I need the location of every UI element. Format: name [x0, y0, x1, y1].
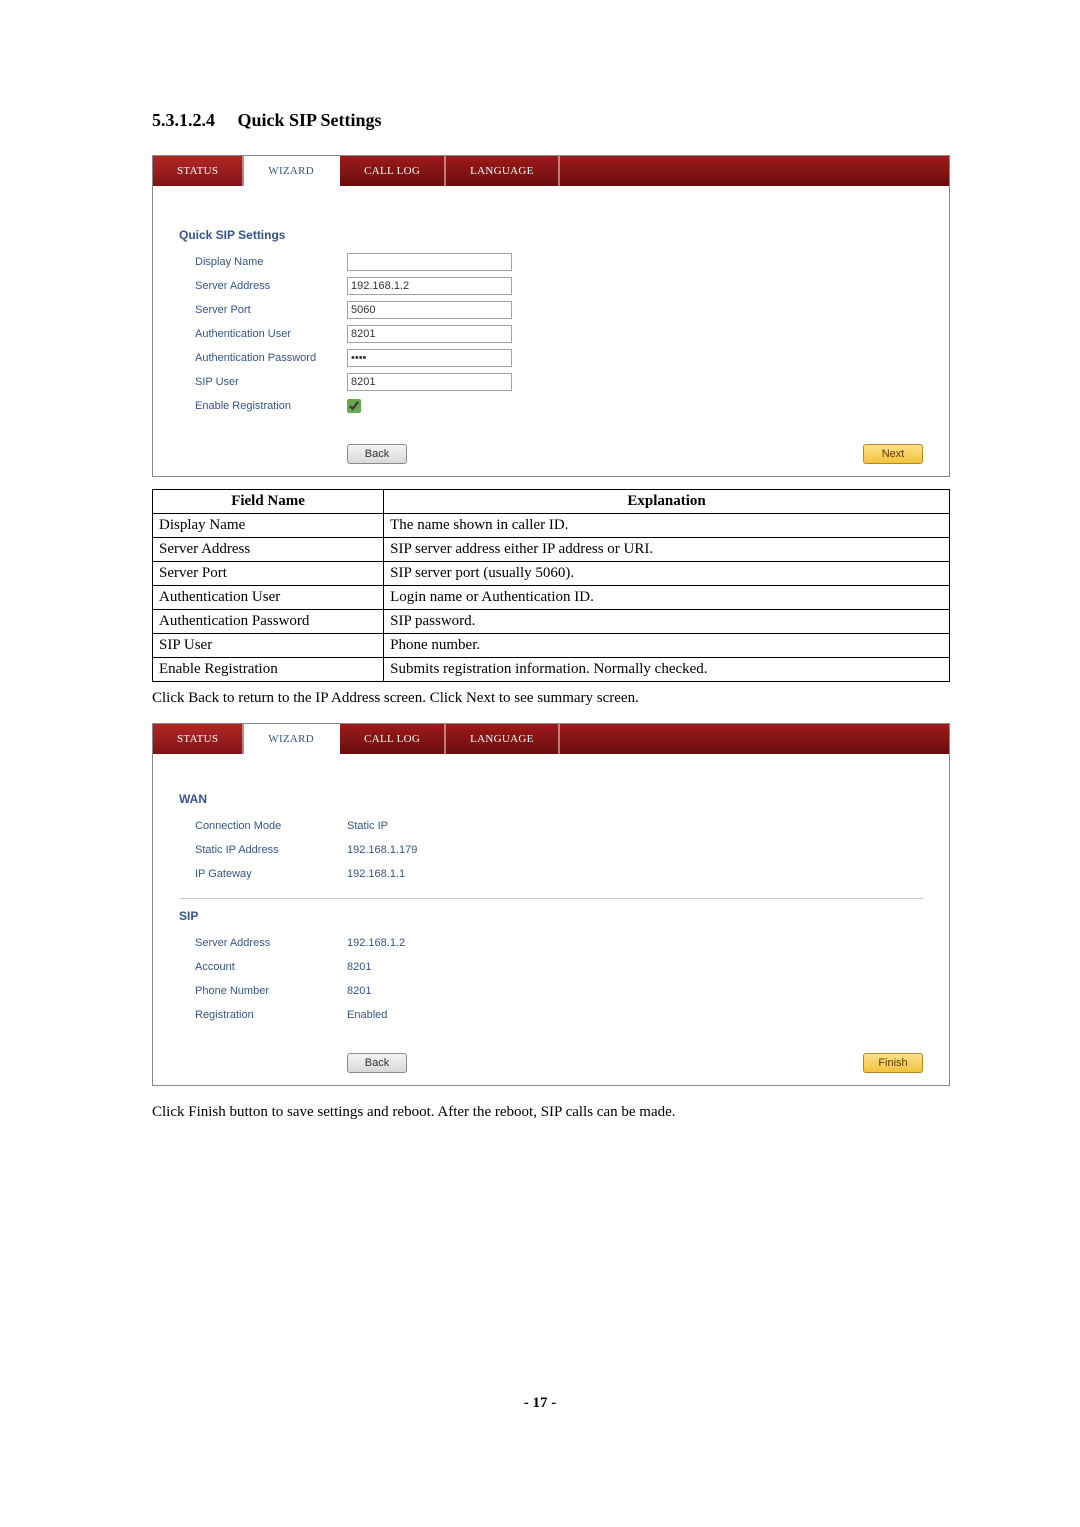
- tab-bar: STATUS WIZARD CALL LOG LANGUAGE: [153, 156, 949, 186]
- sip-form-content: Quick SIP Settings Display Name Server A…: [153, 186, 949, 438]
- row-auth-password: Authentication Password: [195, 348, 923, 368]
- th-explanation: Explanation: [384, 490, 950, 514]
- tab-language[interactable]: LANGUAGE: [446, 156, 560, 186]
- tab-wizard[interactable]: WIZARD: [244, 156, 340, 186]
- sip-label: Registration: [195, 1009, 347, 1021]
- row-sip-user: SIP User: [195, 372, 923, 392]
- group-title-sip: Quick SIP Settings: [179, 228, 923, 242]
- table-header-row: Field Name Explanation: [153, 490, 950, 514]
- cell-expl: SIP server port (usually 5060).: [384, 562, 950, 586]
- finish-button[interactable]: Finish: [863, 1053, 923, 1073]
- cell-field: SIP User: [153, 634, 384, 658]
- cell-field: Server Address: [153, 538, 384, 562]
- divider: [179, 898, 923, 899]
- tab-call-log[interactable]: CALL LOG: [340, 156, 446, 186]
- cell-expl: Phone number.: [384, 634, 950, 658]
- label-auth-user: Authentication User: [195, 328, 347, 340]
- input-auth-password[interactable]: [347, 349, 512, 367]
- cell-expl: SIP password.: [384, 610, 950, 634]
- sip-label: Server Address: [195, 937, 347, 949]
- checkbox-enable-registration[interactable]: [347, 399, 361, 413]
- th-field-name: Field Name: [153, 490, 384, 514]
- summary-content: WAN Connection ModeStatic IP Static IP A…: [153, 754, 949, 1047]
- tab-bar-2: STATUS WIZARD CALL LOG LANGUAGE: [153, 724, 949, 754]
- cell-field: Enable Registration: [153, 658, 384, 682]
- cell-field: Authentication User: [153, 586, 384, 610]
- wan-value: 192.168.1.1: [347, 868, 405, 880]
- summary-panel: STATUS WIZARD CALL LOG LANGUAGE WAN Conn…: [152, 723, 950, 1086]
- cell-field: Authentication Password: [153, 610, 384, 634]
- field-explanation-table: Field Name Explanation Display NameThe n…: [152, 489, 950, 682]
- input-auth-user[interactable]: [347, 325, 512, 343]
- row-server-port: Server Port: [195, 300, 923, 320]
- row-enable-registration: Enable Registration: [195, 396, 923, 416]
- section-number: 5.3.1.2.4: [152, 110, 215, 130]
- group-title-sip-summary: SIP: [179, 909, 923, 923]
- wan-label: IP Gateway: [195, 868, 347, 880]
- row-server-address: Server Address: [195, 276, 923, 296]
- sip-row: Phone Number8201: [195, 981, 923, 1001]
- group-title-wan: WAN: [179, 792, 923, 806]
- table-row: SIP UserPhone number.: [153, 634, 950, 658]
- cell-expl: Submits registration information. Normal…: [384, 658, 950, 682]
- input-display-name[interactable]: [347, 253, 512, 271]
- tab2-call-log[interactable]: CALL LOG: [340, 724, 446, 754]
- input-server-address[interactable]: [347, 277, 512, 295]
- label-sip-user: SIP User: [195, 376, 347, 388]
- page-number: - 17 -: [524, 1395, 557, 1412]
- sip-value: 8201: [347, 985, 371, 997]
- sip-row: RegistrationEnabled: [195, 1005, 923, 1025]
- tab-status[interactable]: STATUS: [153, 156, 244, 186]
- tab2-wizard[interactable]: WIZARD: [244, 724, 340, 754]
- wan-label: Static IP Address: [195, 844, 347, 856]
- table-row: Server AddressSIP server address either …: [153, 538, 950, 562]
- sip-value: Enabled: [347, 1009, 387, 1021]
- wan-value: 192.168.1.179: [347, 844, 417, 856]
- sip-value: 192.168.1.2: [347, 937, 405, 949]
- table-row: Authentication UserLogin name or Authent…: [153, 586, 950, 610]
- wan-row: Connection ModeStatic IP: [195, 816, 923, 836]
- input-sip-user[interactable]: [347, 373, 512, 391]
- cell-expl: SIP server address either IP address or …: [384, 538, 950, 562]
- button-row-1: Back Next: [153, 438, 949, 476]
- sip-label: Phone Number: [195, 985, 347, 997]
- input-server-port[interactable]: [347, 301, 512, 319]
- sip-settings-panel: STATUS WIZARD CALL LOG LANGUAGE Quick SI…: [152, 155, 950, 477]
- label-auth-password: Authentication Password: [195, 352, 347, 364]
- sip-value: 8201: [347, 961, 371, 973]
- cell-field: Display Name: [153, 514, 384, 538]
- cell-field: Server Port: [153, 562, 384, 586]
- table-row: Server PortSIP server port (usually 5060…: [153, 562, 950, 586]
- wan-label: Connection Mode: [195, 820, 347, 832]
- cell-expl: Login name or Authentication ID.: [384, 586, 950, 610]
- between-text: Click Back to return to the IP Address s…: [152, 688, 950, 709]
- tab2-language[interactable]: LANGUAGE: [446, 724, 560, 754]
- label-enable-registration: Enable Registration: [195, 400, 347, 412]
- back-button-2[interactable]: Back: [347, 1053, 407, 1073]
- next-button[interactable]: Next: [863, 444, 923, 464]
- sip-label: Account: [195, 961, 347, 973]
- table-row: Enable RegistrationSubmits registration …: [153, 658, 950, 682]
- section-heading: 5.3.1.2.4 Quick SIP Settings: [152, 110, 950, 131]
- sip-row: Server Address192.168.1.2: [195, 933, 923, 953]
- label-server-port: Server Port: [195, 304, 347, 316]
- table-row: Display NameThe name shown in caller ID.: [153, 514, 950, 538]
- section-title-text: Quick SIP Settings: [238, 110, 382, 130]
- wan-value: Static IP: [347, 820, 388, 832]
- row-display-name: Display Name: [195, 252, 923, 272]
- cell-expl: The name shown in caller ID.: [384, 514, 950, 538]
- wan-row: IP Gateway192.168.1.1: [195, 864, 923, 884]
- wan-row: Static IP Address192.168.1.179: [195, 840, 923, 860]
- label-display-name: Display Name: [195, 256, 347, 268]
- row-auth-user: Authentication User: [195, 324, 923, 344]
- button-row-2: Back Finish: [153, 1047, 949, 1085]
- label-server-address: Server Address: [195, 280, 347, 292]
- table-row: Authentication PasswordSIP password.: [153, 610, 950, 634]
- sip-row: Account8201: [195, 957, 923, 977]
- back-button[interactable]: Back: [347, 444, 407, 464]
- tab2-status[interactable]: STATUS: [153, 724, 244, 754]
- after-text: Click Finish button to save settings and…: [152, 1102, 950, 1123]
